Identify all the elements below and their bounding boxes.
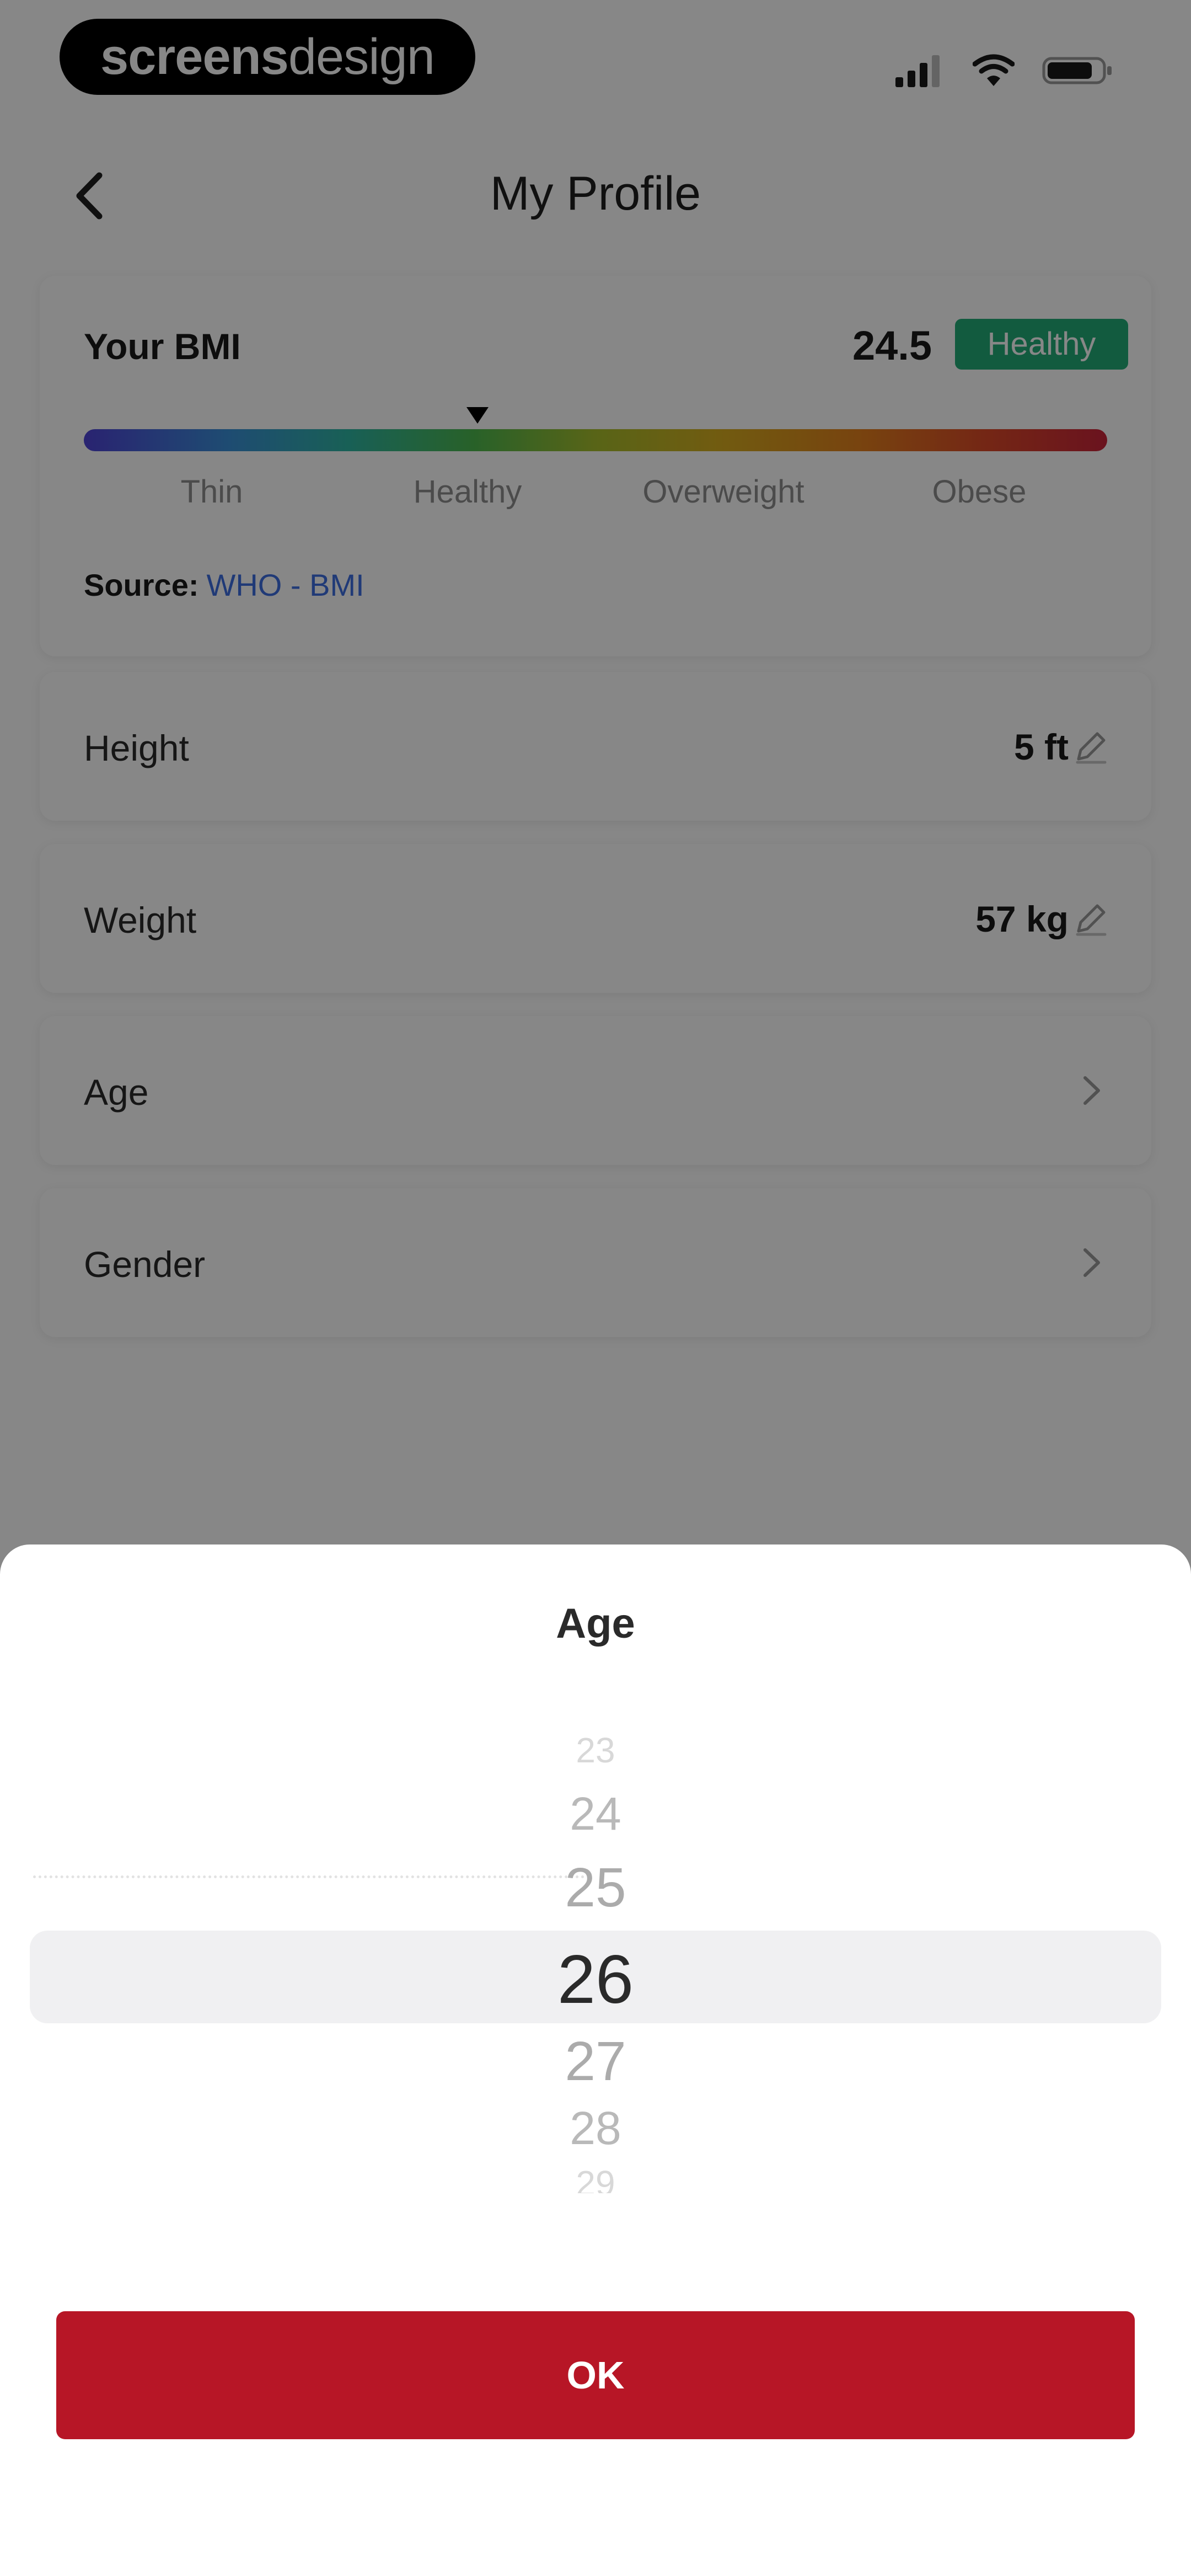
picker-option[interactable]: 29 — [0, 2167, 1191, 2193]
age-picker-sheet: Age 23 24 25 26 27 28 29 OK — [0, 1544, 1191, 2576]
picker-option-selected[interactable]: 26 — [0, 1941, 1191, 2019]
profile-screen: screensdesign My Profile Your BMI 24.5 H… — [0, 0, 1191, 2576]
ok-button[interactable]: OK — [56, 2311, 1135, 2439]
picker-option[interactable]: 28 — [0, 2102, 1191, 2155]
picker-option[interactable]: 25 — [0, 1856, 1191, 1920]
picker-option[interactable]: 23 — [0, 1731, 1191, 1764]
picker-option[interactable]: 24 — [0, 1787, 1191, 1841]
picker-option[interactable]: 27 — [0, 2030, 1191, 2093]
sheet-title: Age — [556, 1600, 635, 1647]
